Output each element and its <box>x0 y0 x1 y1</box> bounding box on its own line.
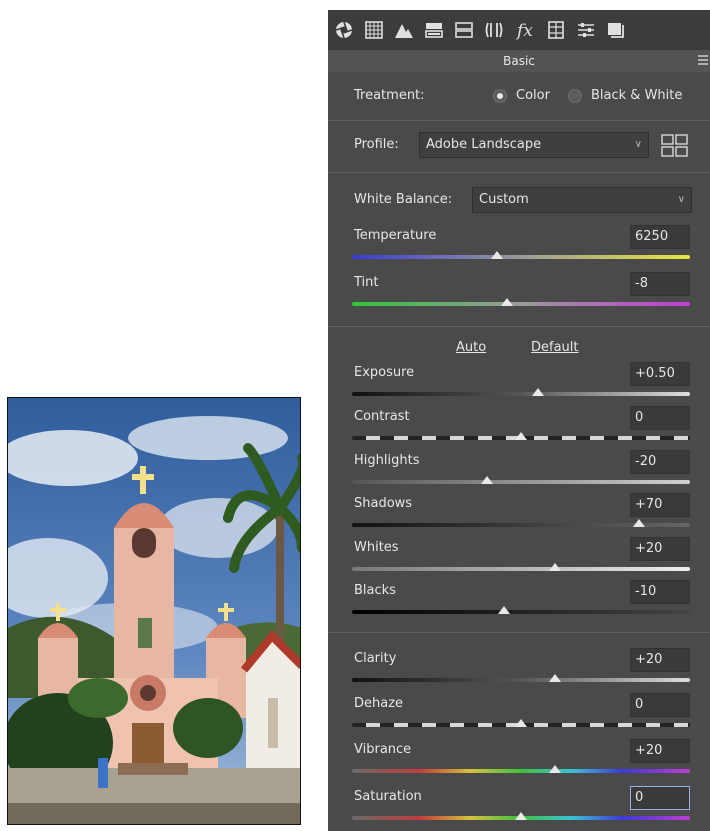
treatment-bw-radio[interactable] <box>568 89 582 103</box>
profile-dropdown[interactable]: Adobe Landscape ∨ <box>419 132 649 158</box>
shadows-slider-thumb[interactable] <box>633 519 646 527</box>
tint-slider-thumb[interactable] <box>501 298 514 306</box>
hsl-icon[interactable] <box>422 18 446 42</box>
detail-icon[interactable] <box>392 18 416 42</box>
contrast-label: Contrast <box>354 409 410 424</box>
tone-curve-icon[interactable] <box>362 18 386 42</box>
chevron-down-icon: ∨ <box>677 194 685 205</box>
highlights-slider-thumb[interactable] <box>481 476 494 484</box>
blacks-slider-track[interactable] <box>352 610 690 614</box>
presets-icon[interactable] <box>574 18 598 42</box>
tint-value-field[interactable]: -8 <box>630 272 690 296</box>
tint-slider-track[interactable] <box>352 302 690 306</box>
treatment-label: Treatment: <box>354 88 425 103</box>
saturation-slider-thumb[interactable] <box>515 812 527 820</box>
calibration-icon[interactable] <box>544 18 568 42</box>
temperature-value-field[interactable]: 6250 <box>630 225 690 249</box>
lens-icon[interactable] <box>482 18 506 42</box>
exposure-value-field[interactable]: +0.50 <box>630 362 690 386</box>
panel-tab-bar: fx <box>328 10 710 50</box>
dehaze-label: Dehaze <box>354 696 404 711</box>
highlights-label: Highlights <box>354 453 420 468</box>
tint-label: Tint <box>354 275 379 290</box>
treatment-color-label: Color <box>516 88 550 103</box>
whites-slider-track[interactable] <box>352 567 690 571</box>
clarity-slider-thumb[interactable] <box>548 674 561 682</box>
shadows-value-field[interactable]: +70 <box>630 493 690 517</box>
snapshots-icon[interactable] <box>604 18 628 42</box>
basic-icon[interactable] <box>332 18 356 42</box>
whites-label: Whites <box>354 540 399 555</box>
temperature-slider-thumb[interactable] <box>491 251 504 259</box>
exposure-slider-thumb[interactable] <box>531 388 544 396</box>
treatment-color-radio[interactable] <box>493 89 507 103</box>
temperature-label: Temperature <box>354 228 437 243</box>
blacks-label: Blacks <box>354 583 396 598</box>
vibrance-value-field[interactable]: +20 <box>630 739 690 763</box>
temperature-slider-track[interactable] <box>352 255 690 259</box>
vibrance-slider-track[interactable] <box>352 769 690 773</box>
white-balance-value: Custom <box>479 192 529 207</box>
fx-icon[interactable]: fx <box>514 18 538 42</box>
highlights-value-field[interactable]: -20 <box>630 450 690 474</box>
dehaze-slider-thumb[interactable] <box>515 719 527 727</box>
section-title: Basic <box>328 50 710 72</box>
vibrance-label: Vibrance <box>354 742 412 757</box>
shadows-label: Shadows <box>354 496 413 511</box>
svg-text:fx: fx <box>516 21 533 40</box>
dehaze-value-field[interactable]: 0 <box>630 693 690 717</box>
profile-value: Adobe Landscape <box>426 137 542 152</box>
divider <box>328 632 710 633</box>
profile-browser-icon[interactable] <box>661 134 689 158</box>
divider <box>328 120 710 121</box>
clarity-label: Clarity <box>354 651 397 666</box>
saturation-label: Saturation <box>354 789 422 804</box>
contrast-slider-thumb[interactable] <box>515 432 527 440</box>
photo-thumbnail <box>7 397 301 825</box>
camera-raw-basic-panel: fx Basic Treatment: Color Black & White … <box>328 10 710 831</box>
white-balance-label: White Balance: <box>354 192 453 207</box>
treatment-bw-label: Black & White <box>591 88 683 103</box>
whites-slider-thumb[interactable] <box>548 563 561 571</box>
exposure-label: Exposure <box>354 365 415 380</box>
contrast-value-field[interactable]: 0 <box>630 406 690 430</box>
profile-label: Profile: <box>354 137 399 152</box>
vibrance-slider-thumb[interactable] <box>548 765 561 773</box>
whites-value-field[interactable]: +20 <box>630 537 690 561</box>
clarity-slider-track[interactable] <box>352 678 690 682</box>
blacks-slider-thumb[interactable] <box>498 606 511 614</box>
default-button[interactable]: Default <box>531 340 579 355</box>
auto-button[interactable]: Auto <box>456 340 486 355</box>
church-photo <box>8 398 300 824</box>
split-toning-icon[interactable] <box>452 18 476 42</box>
clarity-value-field[interactable]: +20 <box>630 648 690 672</box>
blacks-value-field[interactable]: -10 <box>630 580 690 604</box>
divider <box>328 172 710 173</box>
exposure-slider-track[interactable] <box>352 392 690 396</box>
saturation-value-field[interactable]: 0 <box>630 786 690 810</box>
white-balance-dropdown[interactable]: Custom ∨ <box>472 187 692 213</box>
highlights-slider-track[interactable] <box>352 480 690 484</box>
divider <box>328 326 710 327</box>
panel-menu-icon[interactable] <box>698 54 708 66</box>
chevron-down-icon: ∨ <box>634 139 642 150</box>
